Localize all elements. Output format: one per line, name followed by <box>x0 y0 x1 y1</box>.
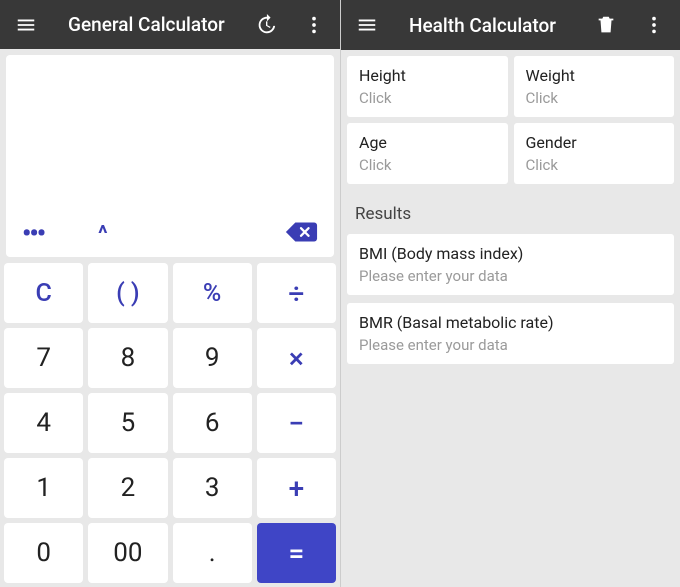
key-parens[interactable]: ( ) <box>88 263 167 323</box>
menu-icon[interactable] <box>6 5 46 45</box>
key-equals[interactable]: = <box>257 523 336 583</box>
calc-display: ••• ^ <box>6 55 334 257</box>
key-seven[interactable]: 7 <box>4 328 83 388</box>
input-value: Click <box>359 156 496 174</box>
key-clear[interactable]: C <box>4 263 83 323</box>
health-title: Health Calculator <box>409 14 578 37</box>
calc-display-controls: ••• ^ <box>6 213 334 257</box>
results-list: BMI (Body mass index) Please enter your d… <box>341 234 680 372</box>
result-value: Please enter your data <box>359 267 662 285</box>
health-appbar: Health Calculator <box>341 0 680 50</box>
key-plus[interactable]: + <box>257 458 336 518</box>
calc-display-value[interactable] <box>6 55 334 213</box>
general-title: General Calculator <box>68 13 238 36</box>
key-four[interactable]: 4 <box>4 393 83 453</box>
input-label: Height <box>359 66 496 85</box>
result-bmi: BMI (Body mass index) Please enter your d… <box>347 234 674 295</box>
input-gender[interactable]: Gender Click <box>514 123 675 184</box>
input-weight[interactable]: Weight Click <box>514 56 675 117</box>
input-value: Click <box>526 89 663 107</box>
more-vert-icon[interactable] <box>294 5 334 45</box>
results-title: Results <box>341 190 680 234</box>
more-vert-icon[interactable] <box>634 5 674 45</box>
key-minus[interactable]: − <box>257 393 336 453</box>
input-age[interactable]: Age Click <box>347 123 508 184</box>
health-body: Height Click Weight Click Age Click Gender Clic… <box>341 50 680 587</box>
input-height[interactable]: Height Click <box>347 56 508 117</box>
keypad: C( )%÷ 789× 456− 123+000.= <box>0 263 340 587</box>
result-bmr: BMR (Basal metabolic rate) Please enter y… <box>347 303 674 364</box>
result-value: Please enter your data <box>359 336 662 354</box>
input-label: Age <box>359 133 496 152</box>
input-value: Click <box>526 156 663 174</box>
power-button[interactable]: ^ <box>98 222 108 247</box>
delete-icon[interactable] <box>586 5 626 45</box>
key-multiply[interactable]: × <box>257 328 336 388</box>
menu-icon[interactable] <box>347 5 387 45</box>
key-dot[interactable]: . <box>173 523 252 583</box>
key-percent[interactable]: % <box>173 263 252 323</box>
key-five[interactable]: 5 <box>88 393 167 453</box>
key-divide[interactable]: ÷ <box>257 263 336 323</box>
key-zero[interactable]: 0 <box>4 523 83 583</box>
input-label: Weight <box>526 66 663 85</box>
key-dbl-zero[interactable]: 00 <box>88 523 167 583</box>
key-three[interactable]: 3 <box>173 458 252 518</box>
key-two[interactable]: 2 <box>88 458 167 518</box>
health-calculator-panel: Health Calculator Height Click Weight Click… <box>340 0 680 587</box>
more-ops-button[interactable]: ••• <box>22 221 44 247</box>
result-label: BMR (Basal metabolic rate) <box>359 313 662 332</box>
key-nine[interactable]: 9 <box>173 328 252 388</box>
key-eight[interactable]: 8 <box>88 328 167 388</box>
input-label: Gender <box>526 133 663 152</box>
general-appbar: General Calculator <box>0 0 340 49</box>
history-icon[interactable] <box>246 5 286 45</box>
backspace-icon[interactable] <box>284 219 318 249</box>
key-one[interactable]: 1 <box>4 458 83 518</box>
input-grid: Height Click Weight Click Age Click Gender Clic… <box>341 50 680 190</box>
general-calculator-panel: General Calculator ••• ^ C( )%÷ 789× 4 <box>0 0 340 587</box>
key-six[interactable]: 6 <box>173 393 252 453</box>
input-value: Click <box>359 89 496 107</box>
result-label: BMI (Body mass index) <box>359 244 662 263</box>
